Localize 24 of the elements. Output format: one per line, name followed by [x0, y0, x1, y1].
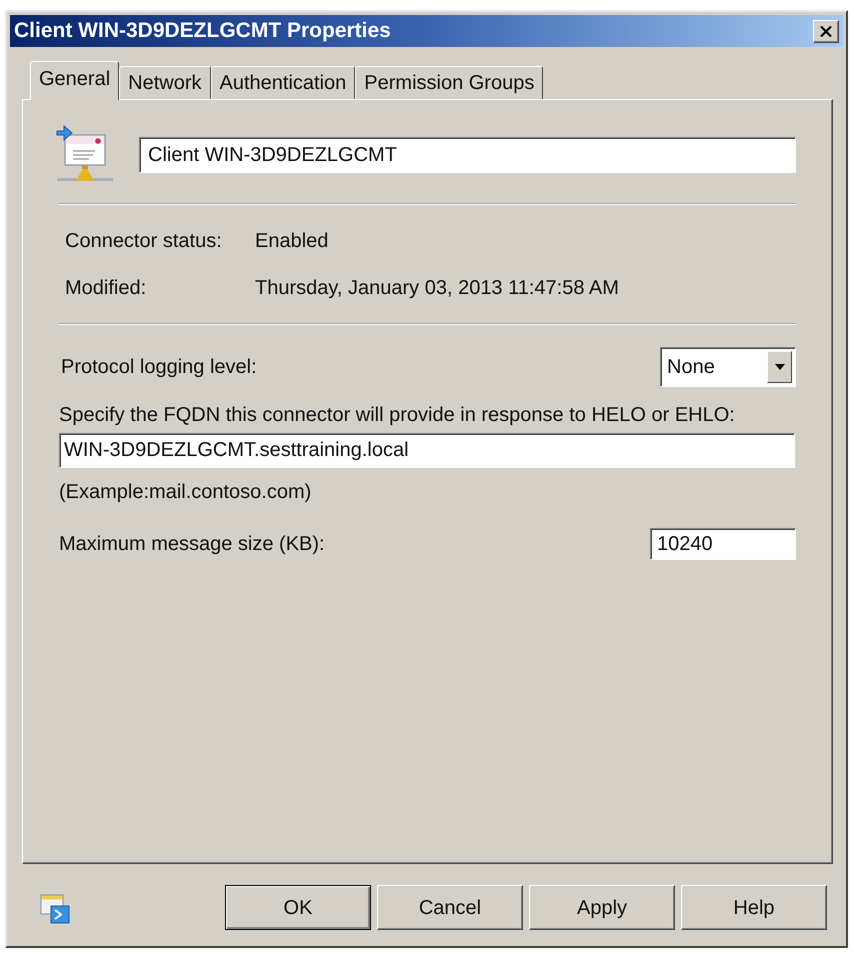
- fqdn-label: Specify the FQDN this connector will provide in response to HELO or EHLO:: [59, 403, 735, 428]
- info-value: Enabled: [255, 229, 328, 254]
- close-button[interactable]: [813, 20, 839, 42]
- close-icon: [820, 26, 832, 36]
- example-hint: (Example:mail.contoso.com): [59, 480, 312, 505]
- max-size-input[interactable]: 10240: [650, 528, 796, 560]
- dialog-button[interactable]: Cancel: [377, 885, 523, 930]
- console-window-icon: [40, 892, 70, 924]
- dialog-button[interactable]: Apply: [529, 885, 675, 930]
- tab[interactable]: Authentication: [210, 66, 356, 99]
- dialog-button[interactable]: OK: [225, 885, 371, 930]
- dialog-button[interactable]: Help: [681, 885, 827, 930]
- tab[interactable]: Permission Groups: [355, 66, 544, 99]
- tab[interactable]: Network: [119, 66, 211, 99]
- fqdn-input[interactable]: WIN-3D9DEZLGCMT.sesttraining.local: [59, 433, 795, 468]
- logging-level-dropdown[interactable]: None: [660, 347, 796, 387]
- info-label: Connector status:: [65, 229, 223, 254]
- name-input[interactable]: Client WIN-3D9DEZLGCMT: [139, 137, 796, 173]
- protocol-logging-label: Protocol logging level:: [61, 355, 257, 380]
- info-label: Modified:: [65, 276, 148, 301]
- window-title: Client WIN-3D9DEZLGCMT Properties: [14, 18, 391, 44]
- info-value: Thursday, January 03, 2013 11:47:58 AM: [255, 276, 619, 301]
- tab[interactable]: General: [30, 61, 120, 100]
- max-size-label: Maximum message size (KB):: [59, 532, 325, 557]
